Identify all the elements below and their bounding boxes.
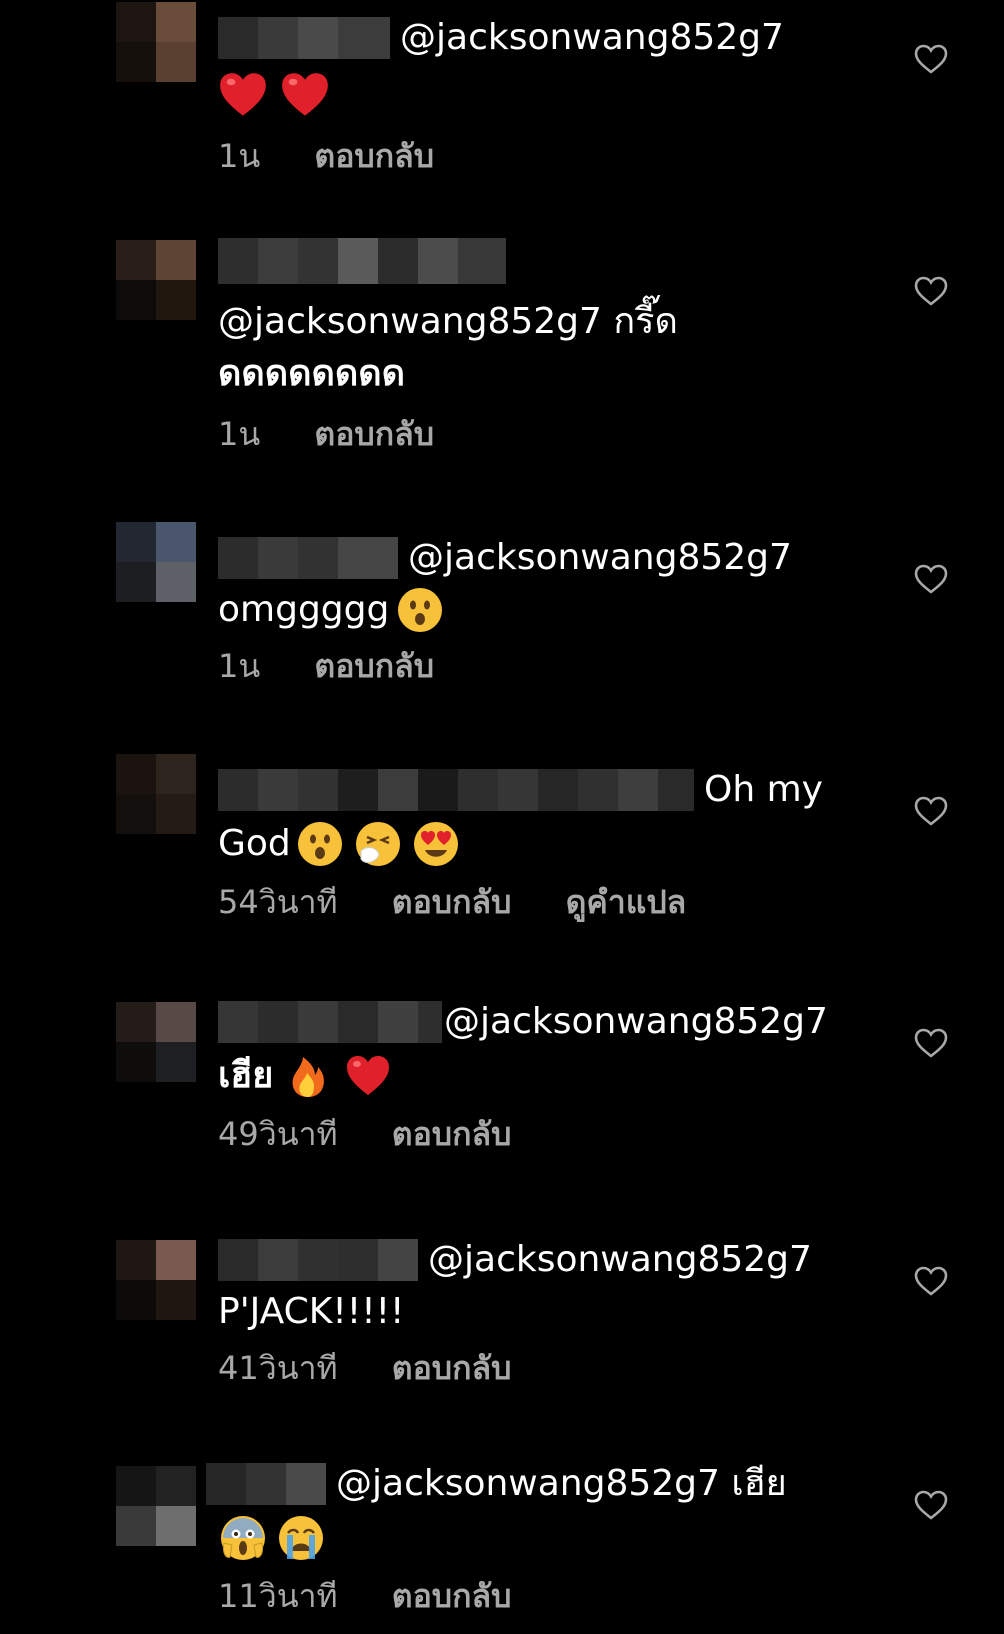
comment-text: Oh my [704,769,823,810]
comment-meta: 1น ตอบกลับ [218,410,858,458]
like-heart-icon[interactable] [914,796,948,826]
reply-button[interactable]: ตอบกลับ [314,415,434,453]
reply-button[interactable]: ตอบกลับ [392,1349,512,1387]
timestamp: 49วินาที [218,1115,338,1153]
hushed-face-emoji [398,588,443,632]
comment-meta: 49วินาที ตอบกลับ [218,1110,858,1158]
avatar[interactable] [116,1002,196,1082]
comment-line-1: @jacksonwang852g7 [218,1234,858,1286]
avatar[interactable] [116,1240,196,1320]
comment-text: เฮีย [218,1055,274,1096]
comment-meta: 54วินาที ตอบกลับ ดูคำแปล [218,878,858,926]
mention-link[interactable]: @jacksonwang852g7 [428,1234,812,1286]
redacted-username[interactable] [206,1463,326,1505]
like-heart-icon[interactable] [914,276,948,306]
comment-line-2: @jacksonwang852g7 กรี๊ด [218,296,858,348]
timestamp: 11วินาที [218,1577,338,1615]
like-heart-icon[interactable] [914,44,948,74]
screaming-face-emoji [221,1516,265,1560]
reply-button[interactable]: ตอบกลับ [392,883,512,921]
comment-text: P'JACK!!!!! [218,1291,405,1332]
comment-line-1 [218,238,858,284]
comment-meta: 1น ตอบกลับ [218,642,858,690]
timestamp: 1น [218,137,261,175]
like-heart-icon[interactable] [914,1490,948,1520]
comment-line-1: @jacksonwang852g7 [218,12,858,64]
comment-text: @jacksonwang852g7 กรี๊ด [218,301,678,342]
redacted-username[interactable] [218,1239,418,1281]
like-heart-icon[interactable] [914,564,948,594]
comment-meta: 41วินาที ตอบกลับ [218,1344,858,1392]
mention-link[interactable]: @jacksonwang852g7 [444,996,828,1048]
reply-button[interactable]: ตอบกลับ [314,137,434,175]
avatar[interactable] [116,2,196,82]
red-heart-emoji [282,73,328,116]
mention-link[interactable]: @jacksonwang852g7 เฮีย [336,1458,787,1510]
comment-line-1: Oh my [218,764,858,816]
redacted-username[interactable] [218,769,694,811]
timestamp: 1น [218,415,261,453]
redacted-username[interactable] [218,238,506,284]
avatar[interactable] [116,1466,196,1546]
red-heart-emoji [220,73,266,116]
like-heart-icon[interactable] [914,1266,948,1296]
timestamp: 54วินาที [218,883,338,921]
avatar[interactable] [116,754,196,834]
reply-button[interactable]: ตอบกลับ [392,1577,512,1615]
red-heart-emoji [347,1056,390,1095]
comment-line-2 [218,64,858,126]
comment-line-2: P'JACK!!!!! [218,1286,858,1338]
hushed-face-emoji [297,822,342,866]
crying-face-emoji [279,1516,323,1560]
reply-button[interactable]: ตอบกลับ [314,647,434,685]
comment-line-2: เฮีย [218,1048,858,1104]
timestamp: 41วินาที [218,1349,338,1387]
timestamp: 1น [218,647,261,685]
fire-emoji [292,1057,325,1097]
comment-text: God [218,823,291,864]
see-translation-button[interactable]: ดูคำแปล [566,883,687,921]
like-heart-icon[interactable] [914,1028,948,1058]
comment-text: ดดดดดดดด [218,353,406,394]
comment-line-1: @jacksonwang852g7 [218,996,858,1048]
sneezing-face-emoji [355,822,400,866]
comment-meta: 1น ตอบกลับ [218,132,858,180]
avatar[interactable] [116,522,196,602]
comment-text: omggggg [218,589,390,630]
mention-link[interactable]: @jacksonwang852g7 [400,12,784,64]
redacted-username[interactable] [218,537,398,579]
mention-link[interactable]: @jacksonwang852g7 [408,532,792,584]
redacted-username[interactable] [218,17,390,59]
comment-line-1: @jacksonwang852g7 [218,532,858,584]
comment-meta: 11วินาที ตอบกลับ [218,1572,858,1620]
comment-line-2 [218,1510,858,1566]
comment-line-2: omggggg [218,584,858,636]
redacted-username[interactable] [218,1001,442,1043]
comment-line-1: @jacksonwang852g7 เฮีย [206,1458,858,1510]
comment-line-2: God [218,816,858,872]
heart-eyes-face-emoji [413,822,458,866]
comment-line-3: ดดดดดดดด [218,348,858,400]
reply-button[interactable]: ตอบกลับ [392,1115,512,1153]
avatar[interactable] [116,240,196,320]
